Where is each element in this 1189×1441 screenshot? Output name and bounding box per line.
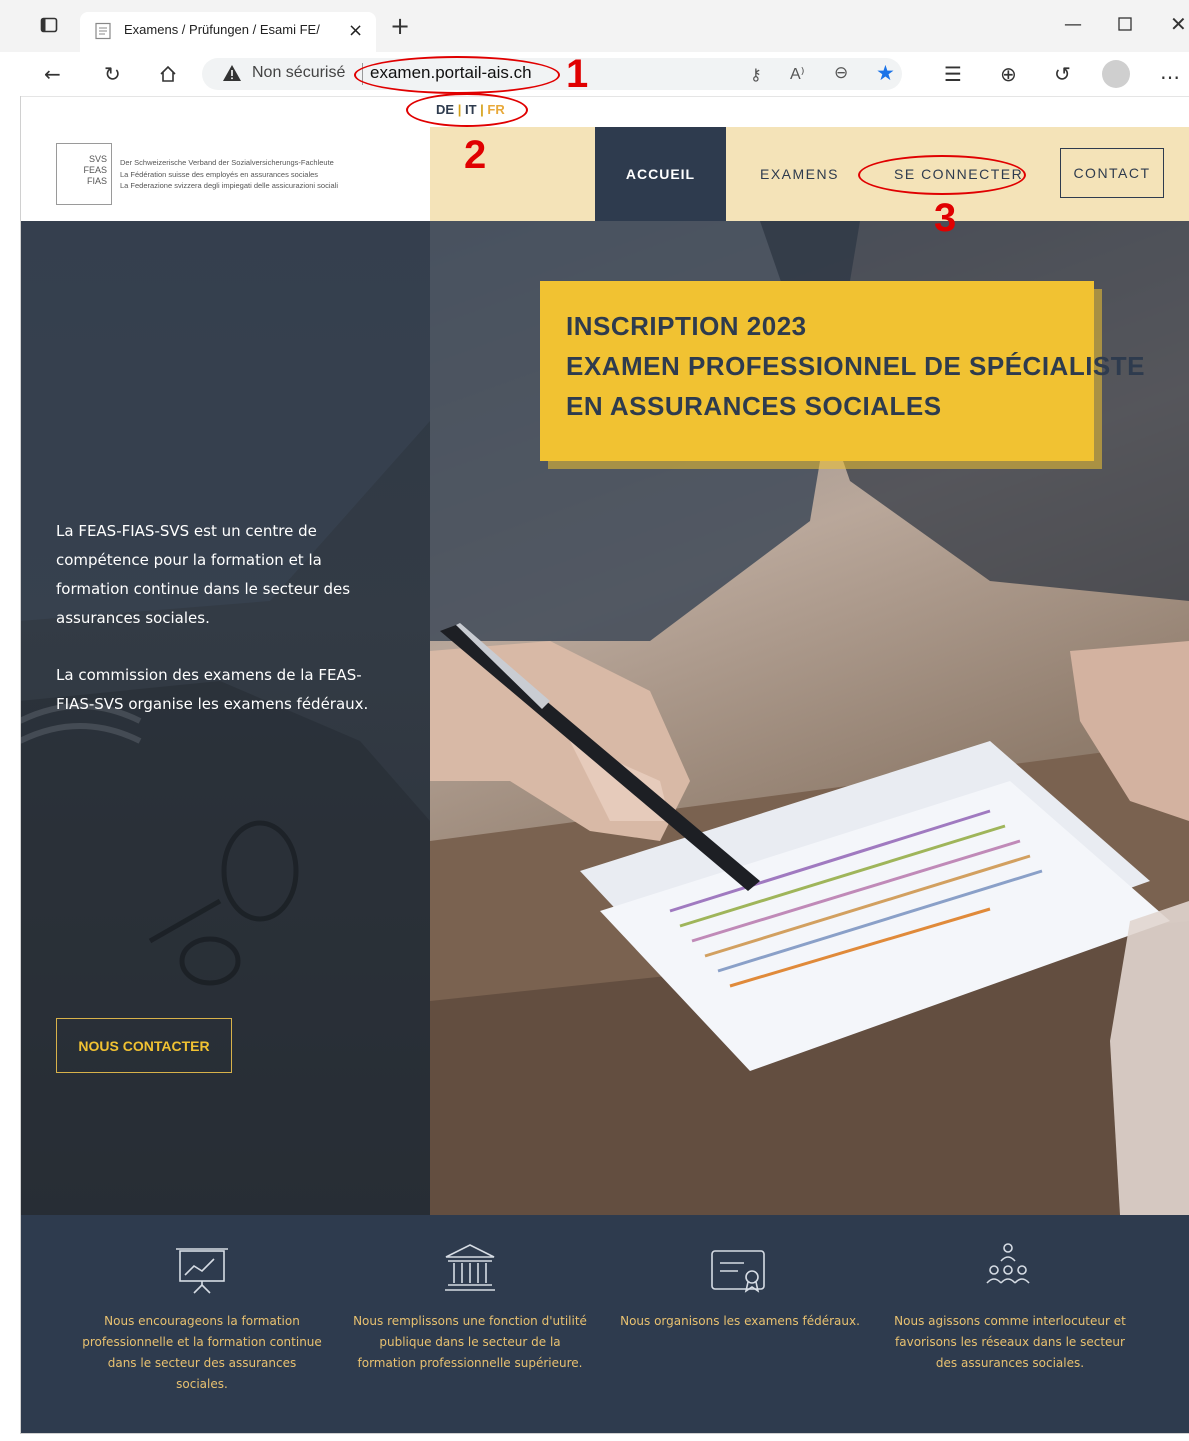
annotation-ellipse-url — [354, 56, 560, 94]
feature-text: Nous remplissons une fonction d'utilité … — [353, 1314, 587, 1370]
annotation-number: 1 — [566, 52, 589, 96]
warning-icon — [222, 64, 242, 86]
logo-mark-line: FEAS — [83, 165, 107, 175]
logo-line-fr: La Fédération suisse des employés en ass… — [120, 169, 319, 179]
feature-text: Nous encourageons la formation professio… — [82, 1314, 322, 1391]
hero-headline-box: INSCRIPTION 2023 EXAMEN PROFESSIONNEL DE… — [540, 281, 1145, 461]
new-tab-icon[interactable]: + — [390, 12, 410, 40]
annotation-ellipse-language — [406, 93, 528, 127]
hero-paragraph-2: La commission des examens de la FEAS-FIA… — [56, 666, 369, 713]
favorite-star-icon[interactable]: ★ — [876, 61, 895, 85]
read-aloud-icon[interactable]: A⁾ — [790, 64, 805, 84]
back-icon[interactable]: ← — [44, 64, 61, 84]
refresh-icon[interactable]: ↻ — [104, 64, 121, 84]
feature-text: Nous organisons les examens fédéraux. — [620, 1314, 860, 1328]
tab-title: Examens / Prüfungen / Esami FE/ — [124, 22, 320, 37]
history-icon[interactable]: ↺ — [1054, 64, 1071, 84]
public-building-icon — [442, 1243, 498, 1297]
hero-title-line: EN ASSURANCES SOCIALES — [566, 391, 942, 421]
logo-mark[interactable]: SVS FEAS FIAS — [56, 143, 112, 205]
annotation-number: 3 — [934, 196, 957, 240]
profile-avatar-icon[interactable] — [1102, 60, 1130, 88]
address-bar-row: ← ↻ Non sécurisé examen.portail-ais.ch ⚷… — [0, 52, 1189, 97]
certificate-icon — [710, 1247, 770, 1297]
annotation-number: 2 — [464, 133, 487, 177]
more-icon[interactable]: … — [1160, 62, 1180, 82]
page-left-margin — [0, 96, 21, 1433]
hero-paragraph-1: La FEAS-FIAS-SVS est un centre de compét… — [56, 522, 351, 627]
logo-mark-line: SVS — [88, 154, 107, 164]
nav-contact[interactable]: CONTACT — [1060, 148, 1164, 198]
zoom-out-icon[interactable]: ⊖ — [834, 63, 848, 83]
network-people-icon — [980, 1241, 1036, 1297]
home-icon[interactable] — [158, 64, 178, 88]
hero-section: INSCRIPTION 2023 EXAMEN PROFESSIONNEL DE… — [20, 221, 1189, 1215]
logo-text: Der Schweizerische Verband der Sozialver… — [120, 157, 338, 192]
collections-icon[interactable]: ⊕ — [1000, 64, 1017, 84]
nav-examens[interactable]: EXAMENS — [760, 166, 839, 182]
logo-mark-line: FIAS — [86, 176, 107, 186]
page-favicon-icon — [94, 22, 112, 44]
close-tab-icon[interactable]: × — [348, 20, 363, 41]
minimize-icon[interactable]: — — [1064, 14, 1082, 35]
security-label[interactable]: Non sécurisé — [252, 64, 345, 82]
maximize-icon[interactable] — [1118, 16, 1132, 35]
browser-tab-bar: Examens / Prüfungen / Esami FE/ × + — ✕ — [0, 0, 1189, 52]
tab-actions-icon[interactable] — [40, 16, 58, 37]
annotation-ellipse-login — [858, 155, 1026, 195]
nav-accueil[interactable]: ACCUEIL — [595, 127, 726, 221]
key-icon[interactable]: ⚷ — [750, 65, 762, 84]
favorites-list-icon[interactable]: ☰ — [944, 64, 962, 84]
features-band: Nous encourageons la formation professio… — [20, 1215, 1189, 1433]
presentation-chart-icon — [174, 1245, 230, 1299]
logo-line-de: Der Schweizerische Verband der Sozialver… — [120, 158, 334, 167]
hero-title-line: EXAMEN PROFESSIONNEL DE SPÉCIALISTE — [566, 351, 1146, 381]
browser-tab[interactable]: Examens / Prüfungen / Esami FE/ × — [80, 12, 376, 52]
close-window-icon[interactable]: ✕ — [1170, 12, 1187, 36]
logo-line-it: La Federazione svizzera degli impiegati … — [120, 181, 339, 190]
contact-us-button[interactable]: NOUS CONTACTER — [56, 1018, 232, 1073]
hero-title-line: INSCRIPTION 2023 — [566, 311, 807, 341]
feature-text: Nous agissons comme interlocuteur et fav… — [894, 1314, 1126, 1370]
